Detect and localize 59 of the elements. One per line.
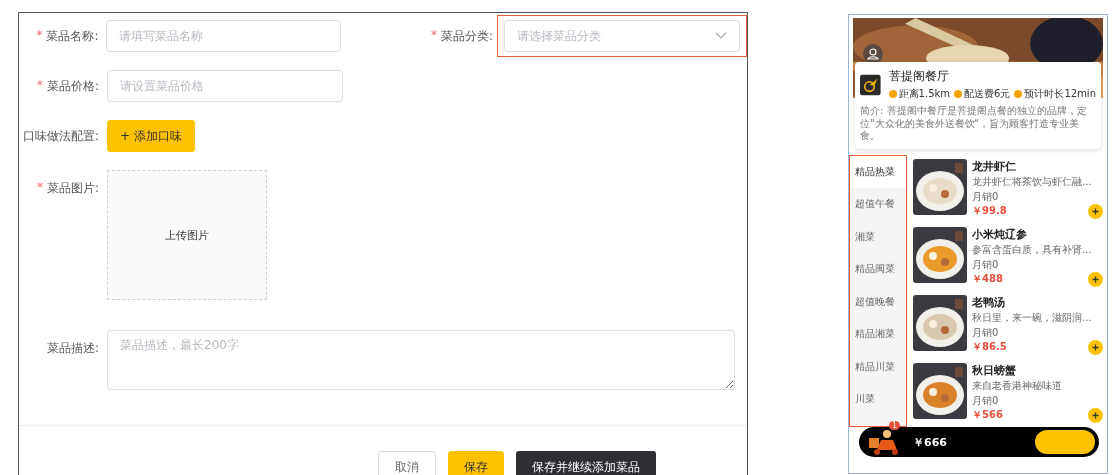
category-item[interactable]: 精品湘菜: [850, 318, 906, 351]
category-item[interactable]: 精品川菜: [850, 350, 906, 383]
chevron-down-icon: [715, 32, 727, 40]
dish-description: 龙井虾仁将茶饮与虾仁融...: [972, 174, 1093, 189]
dish-price: ￥566: [972, 408, 1003, 422]
category-item[interactable]: 湘菜: [850, 220, 906, 253]
category-item[interactable]: 川菜: [850, 383, 906, 416]
stat-text: 预计时长12min: [1024, 87, 1096, 101]
category-item[interactable]: 精品热菜: [850, 155, 906, 188]
description-field[interactable]: 菜品描述，最长200字: [107, 330, 735, 390]
checkout-button[interactable]: [1035, 430, 1095, 454]
stat-text: 距离1.5km: [898, 87, 951, 101]
dish-description: 秋日里，来一碗，滋阴润...: [972, 310, 1093, 325]
dish-price: ￥99.8: [972, 204, 1007, 218]
field-label: 菜品名称:: [46, 27, 99, 45]
monthly-sales: 月销0: [972, 393, 1000, 408]
cart-count-badge: 1: [889, 421, 901, 430]
upload-area[interactable]: 上传图片: [107, 170, 267, 300]
info-dot-icon: [1014, 90, 1023, 98]
dish-name: 小米炖辽参: [972, 226, 1028, 242]
add-icon[interactable]: [1088, 339, 1103, 355]
add-icon[interactable]: [1088, 203, 1103, 219]
dish-name: 秋日螃蟹: [972, 362, 1017, 378]
field-label: 菜品图片:: [46, 180, 99, 197]
add-icon[interactable]: [1088, 407, 1103, 423]
monthly-sales: 月销0: [972, 257, 1000, 272]
dish-price: ￥488: [972, 272, 1003, 286]
info-dot-icon: [954, 90, 963, 98]
scooter-drawing: [867, 428, 901, 456]
restaurant-name: 菩提阁餐厅: [888, 68, 950, 85]
required-mark: *: [36, 77, 43, 94]
dish-name: 老鸭汤: [972, 294, 1006, 310]
form-button[interactable]: 保存: [448, 451, 504, 475]
add-icon[interactable]: [1088, 271, 1103, 287]
required-mark: *: [36, 27, 43, 44]
input-field[interactable]: 请填写菜品名称: [106, 20, 341, 52]
stat-text: 配送费6元: [964, 87, 1011, 101]
dish-name: 龙井虾仁: [972, 158, 1017, 174]
form-button[interactable]: 保存并继续添加菜品: [516, 451, 656, 475]
category-item[interactable]: 超值晚餐: [850, 285, 906, 318]
category-item[interactable]: 超值午餐: [850, 188, 906, 221]
dish-description: 来自老香港神秘味道: [972, 378, 1063, 393]
restaurant-intro: 简介: 菩提阁中餐厅是菩提阁点餐的独立的品牌，定位"大众化的美食外送餐饮"，旨为顾客打造专业美食。: [860, 105, 1088, 143]
add-flavor-button[interactable]: + 添加口味: [107, 120, 195, 152]
field-label: 菜品分类:: [440, 27, 493, 45]
required-mark: *: [36, 180, 43, 196]
form-button[interactable]: 取消: [378, 451, 436, 475]
monthly-sales: 月销0: [972, 189, 1000, 204]
required-mark: *: [430, 27, 437, 44]
dish-price: ￥86.5: [972, 340, 1007, 354]
category-item[interactable]: 精品闽菜: [850, 253, 906, 286]
dish-description: 参富含蛋白质，具有补肾...: [972, 242, 1093, 257]
field-label: 口味做法配置:: [22, 127, 99, 145]
info-dot-icon: [888, 90, 897, 98]
monthly-sales: 月销0: [972, 325, 1000, 340]
field-label: 菜品价格:: [46, 77, 99, 95]
input-field[interactable]: 请设置菜品价格: [107, 70, 343, 102]
field-label: 菜品描述:: [46, 340, 99, 357]
cart-total: ￥666: [913, 434, 948, 450]
